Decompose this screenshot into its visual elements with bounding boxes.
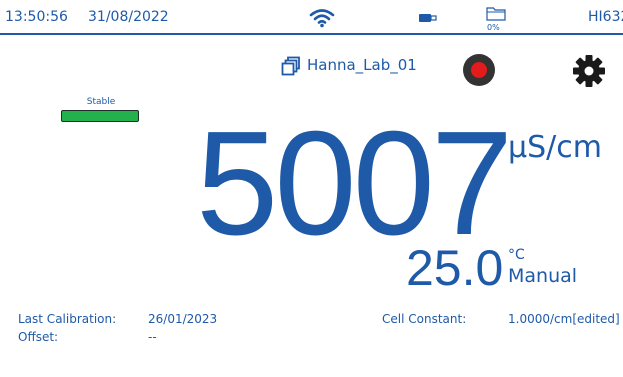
conductivity-unit: µS/cm — [508, 130, 602, 165]
cell-constant-label: Cell Constant: — [382, 312, 467, 326]
record-button[interactable] — [463, 54, 495, 86]
stability-label: Stable — [86, 97, 116, 107]
record-icon — [471, 62, 487, 78]
stability-bar — [61, 110, 139, 122]
storage-percent: 0% — [487, 23, 500, 32]
lab-name[interactable]: Hanna_Lab_01 — [307, 56, 417, 74]
usb-icon — [419, 14, 437, 22]
wifi-icon — [309, 9, 335, 28]
temperature-mode: Manual — [508, 265, 578, 287]
temperature-unit: °C — [508, 247, 525, 263]
device-model: HI632 — [588, 9, 623, 25]
gear-icon[interactable] — [572, 54, 606, 88]
cell-constant-value: 1.0000/cm[edited] — [508, 312, 620, 326]
lab-profile-icon[interactable] — [281, 56, 301, 76]
folder-icon — [486, 7, 506, 21]
status-date: 31/08/2022 — [88, 9, 169, 25]
meter-screen: 13:50:56 31/08/2022 0% HI632 Hanna_Lab_0… — [0, 0, 623, 377]
status-time: 13:50:56 — [5, 9, 68, 25]
offset-value: -- — [148, 330, 157, 344]
temperature-reading: 25.0 — [406, 240, 504, 296]
offset-label: Offset: — [18, 330, 59, 344]
status-bar: 13:50:56 31/08/2022 0% HI632 — [0, 0, 623, 35]
last-calibration-value: 26/01/2023 — [148, 312, 218, 326]
last-calibration-label: Last Calibration: — [18, 312, 117, 326]
